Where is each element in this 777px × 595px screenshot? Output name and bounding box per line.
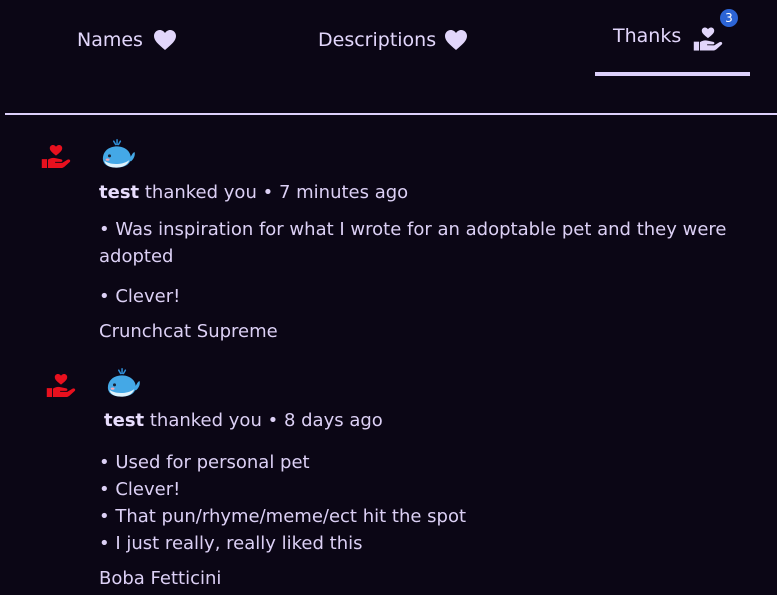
tab-descriptions[interactable]: Descriptions xyxy=(318,24,468,56)
meta-separator: • xyxy=(262,182,274,203)
thanks-meta: test thanked you • 7 minutes ago xyxy=(99,182,408,203)
thanks-reason: • Was inspiration for what I wrote for a… xyxy=(99,219,727,267)
tab-descriptions-label: Descriptions xyxy=(318,29,437,51)
whale-icon[interactable] xyxy=(104,365,142,399)
thanks-reason: • I just really, really liked this xyxy=(99,533,363,554)
thanker-username[interactable]: test xyxy=(99,182,139,203)
heart-hand-icon xyxy=(692,25,724,53)
thanks-reason: • Clever! xyxy=(99,479,181,500)
tab-names-label: Names xyxy=(77,29,143,51)
heart-hand-icon xyxy=(45,372,77,399)
heart-icon xyxy=(444,29,468,51)
thanks-reason: • That pun/rhyme/meme/ect hit the spot xyxy=(99,506,467,527)
thanks-time: 8 days ago xyxy=(283,410,383,431)
thanks-meta: test thanked you • 8 days ago xyxy=(104,410,383,431)
tab-thanks-label: Thanks xyxy=(613,25,682,47)
pet-name[interactable]: Boba Fetticini xyxy=(99,568,221,589)
thanks-count-badge: 3 xyxy=(720,9,738,27)
heart-hand-icon xyxy=(40,143,72,170)
thanks-time: 7 minutes ago xyxy=(278,182,409,203)
active-tab-indicator xyxy=(595,72,750,76)
heart-icon xyxy=(153,29,177,51)
tab-bar: Names Descriptions Thanks 3 xyxy=(0,0,777,114)
whale-icon[interactable] xyxy=(99,136,137,170)
tab-names[interactable]: Names xyxy=(77,24,177,56)
tab-thanks[interactable]: Thanks xyxy=(613,20,724,52)
meta-separator: • xyxy=(267,410,279,431)
thanks-reason: • Clever! xyxy=(99,286,181,307)
thanker-username[interactable]: test xyxy=(104,410,144,431)
thanks-action: thanked you xyxy=(144,182,257,203)
pet-name[interactable]: Crunchcat Supreme xyxy=(99,321,278,342)
header-divider xyxy=(5,113,777,115)
thanks-reason: • Used for personal pet xyxy=(99,452,310,473)
thanks-action: thanked you xyxy=(149,410,262,431)
